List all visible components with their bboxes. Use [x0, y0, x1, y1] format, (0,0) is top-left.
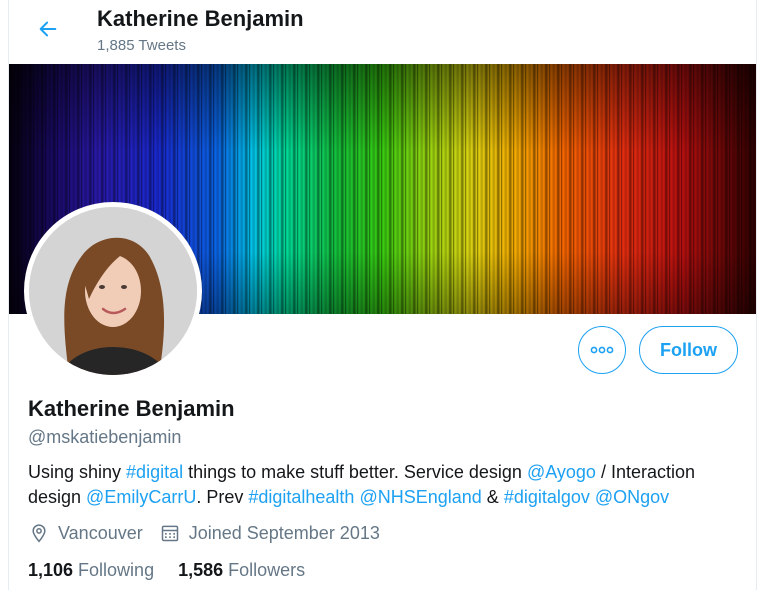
bio-link[interactable]: #digital [126, 462, 183, 482]
avatar[interactable] [24, 202, 202, 380]
profile-bio: Using shiny #digital things to make stuf… [28, 460, 748, 510]
profile-meta: Vancouver Joined September 2013 [28, 520, 380, 546]
profile-stats: 1,106 Following 1,586 Followers [28, 557, 305, 583]
follow-button[interactable]: Follow [639, 326, 738, 374]
bio-text: Using shiny [28, 462, 127, 482]
bio-text: . Prev [196, 487, 249, 507]
bio-link[interactable]: #digitalhealth [248, 487, 354, 507]
profile-name: Katherine Benjamin [28, 396, 235, 421]
bio-text: & [481, 487, 504, 507]
profile-joined-date: Joined September 2013 [188, 522, 380, 543]
following-link[interactable]: 1,106 Following [28, 560, 154, 581]
arrow-left-icon [39, 21, 57, 37]
followers-link[interactable]: 1,586 Followers [178, 560, 305, 581]
following-label: Following [78, 559, 155, 580]
more-horizontal-icon [590, 346, 614, 354]
bio-line-2: design @EmilyCarrU. Prev #digitalhealth … [28, 485, 748, 510]
bio-link[interactable]: @ONgov [595, 487, 669, 507]
profile-handle: @mskatiebenjamin [28, 427, 182, 447]
following-count: 1,106 [28, 559, 74, 580]
bio-text: / Interaction [595, 462, 696, 482]
back-button[interactable] [29, 10, 67, 48]
header-title: Katherine Benjamin [97, 6, 304, 31]
bio-link[interactable]: @NHSEngland [359, 487, 481, 507]
followers-label: Followers [228, 559, 306, 580]
bio-line-1: Using shiny #digital things to make stuf… [28, 460, 748, 485]
bio-text: design [28, 487, 87, 507]
location-pin-icon [28, 522, 50, 544]
profile-header-bar: Katherine Benjamin 1,885 Tweets [9, 0, 756, 64]
avatar-portrait-illustration [29, 207, 197, 375]
bio-link[interactable]: @Ayogo [527, 462, 596, 482]
more-options-button[interactable] [578, 326, 626, 374]
profile-location: Vancouver [58, 522, 143, 543]
frame-border-right [756, 0, 757, 590]
bio-text: things to make stuff better. Service des… [183, 462, 527, 482]
bio-link[interactable]: #digitalgov [504, 487, 590, 507]
avatar-photo [29, 207, 197, 375]
bio-link[interactable]: @EmilyCarrU [86, 487, 196, 507]
calendar-icon [159, 522, 181, 544]
header-tweet-count: 1,885 Tweets [97, 37, 186, 54]
followers-count: 1,586 [178, 559, 224, 580]
